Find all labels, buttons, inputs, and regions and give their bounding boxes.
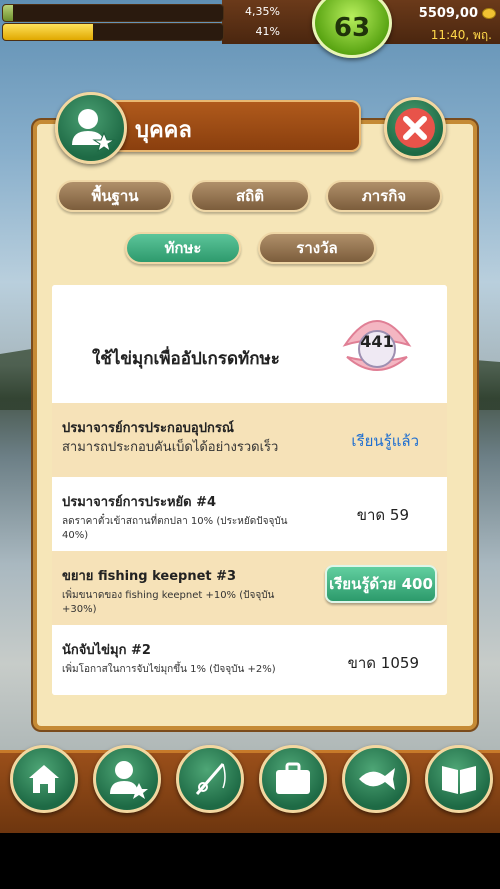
skill-desc: เพิ่มขนาดของ fishing keepnet +10% (ปัจจุ… [62, 590, 275, 615]
tab-skills[interactable]: ทักษะ [125, 232, 241, 264]
home-icon [29, 765, 59, 793]
tab-rewards[interactable]: รางวัล [258, 232, 376, 264]
close-x-icon [395, 108, 435, 148]
fishing-rod-icon [195, 763, 226, 795]
experience-bar [2, 4, 224, 22]
pearl-header-text: ใช้ไข่มุกเพื่ออัปเกรดทักษะ [92, 349, 280, 369]
skill-row: ปรมาจารย์การประกอบอุปกรณ์ สามารถประกอบคั… [52, 403, 447, 477]
skill-name: ปรมาจารย์การประหยัด #4 [62, 495, 217, 510]
nav-home-button[interactable] [10, 745, 78, 813]
briefcase-icon [276, 762, 310, 794]
nav-inventory-button[interactable] [259, 745, 327, 813]
skill-row: ปรมาจารย์การประหยัด #4 ลดราคาตั๋วเข้าสถา… [52, 477, 447, 551]
user-star-icon [72, 109, 116, 153]
skill-name: ปรมาจารย์การประกอบอุปกรณ์ [62, 421, 234, 436]
nav-fish-button[interactable] [342, 745, 410, 813]
experience-bar-fill [3, 5, 13, 21]
skill-desc: ลดราคาตั๋วเข้าสถานที่ตกปลา 10% (ประหยัดป… [62, 516, 288, 541]
learn-button[interactable]: เรียนรู้ด้วย 400 [325, 565, 437, 603]
tab-stats[interactable]: สถิติ [190, 180, 310, 212]
energy-bar [2, 23, 224, 41]
skill-row: นักจับไข่มุก #2 เพิ่มโอกาสในการจับไข่มุก… [52, 625, 447, 695]
skill-status: เรียนรู้แล้ว [351, 432, 419, 450]
fish-icon [359, 768, 395, 790]
user-star-icon [110, 761, 148, 799]
top-hud: 4,35% 41% 63 5509,00 11:40, พฤ. [0, 0, 500, 58]
pearl-count: 441 [360, 332, 394, 351]
skill-name: ขยาย fishing keepnet #3 [62, 569, 237, 584]
skills-list: ใช้ไข่มุกเพื่ออัปเกรดทักษะ 441 ปรมาจารย์… [52, 285, 447, 695]
tab-missions[interactable]: ภารกิจ [326, 180, 442, 212]
coin-balance: 5509,00 [418, 6, 478, 21]
close-button[interactable] [384, 97, 446, 159]
pearl-header: ใช้ไข่มุกเพื่ออัปเกรดทักษะ 441 [52, 285, 447, 403]
experience-percent: 4,35% [245, 5, 280, 18]
skill-row: ขยาย fishing keepnet #3 เพิ่มขนาดของ fis… [52, 551, 447, 625]
nav-fishing-button[interactable] [176, 745, 244, 813]
energy-percent: 41% [255, 25, 280, 38]
tab-basic[interactable]: พื้นฐาน [57, 180, 173, 212]
skill-status: ขาด 1059 [347, 654, 419, 672]
energy-bar-fill [3, 24, 94, 40]
nav-book-button[interactable] [425, 745, 493, 813]
game-clock: 11:40, พฤ. [430, 28, 492, 42]
book-icon [442, 766, 476, 794]
skill-name: นักจับไข่มุก #2 [62, 643, 151, 658]
nav-profile-button[interactable] [93, 745, 161, 813]
coin-icon [482, 8, 496, 19]
panel-title: บุคคล [135, 118, 192, 143]
skill-desc: สามารถประกอบคันเบ็ดได้อย่างรวดเร็ว [62, 440, 279, 455]
skill-status: ขาด 59 [356, 506, 409, 524]
skill-desc: เพิ่มโอกาสในการจับไข่มุกขึ้น 1% (ปัจจุบั… [62, 664, 276, 675]
avatar-button[interactable] [55, 92, 127, 164]
